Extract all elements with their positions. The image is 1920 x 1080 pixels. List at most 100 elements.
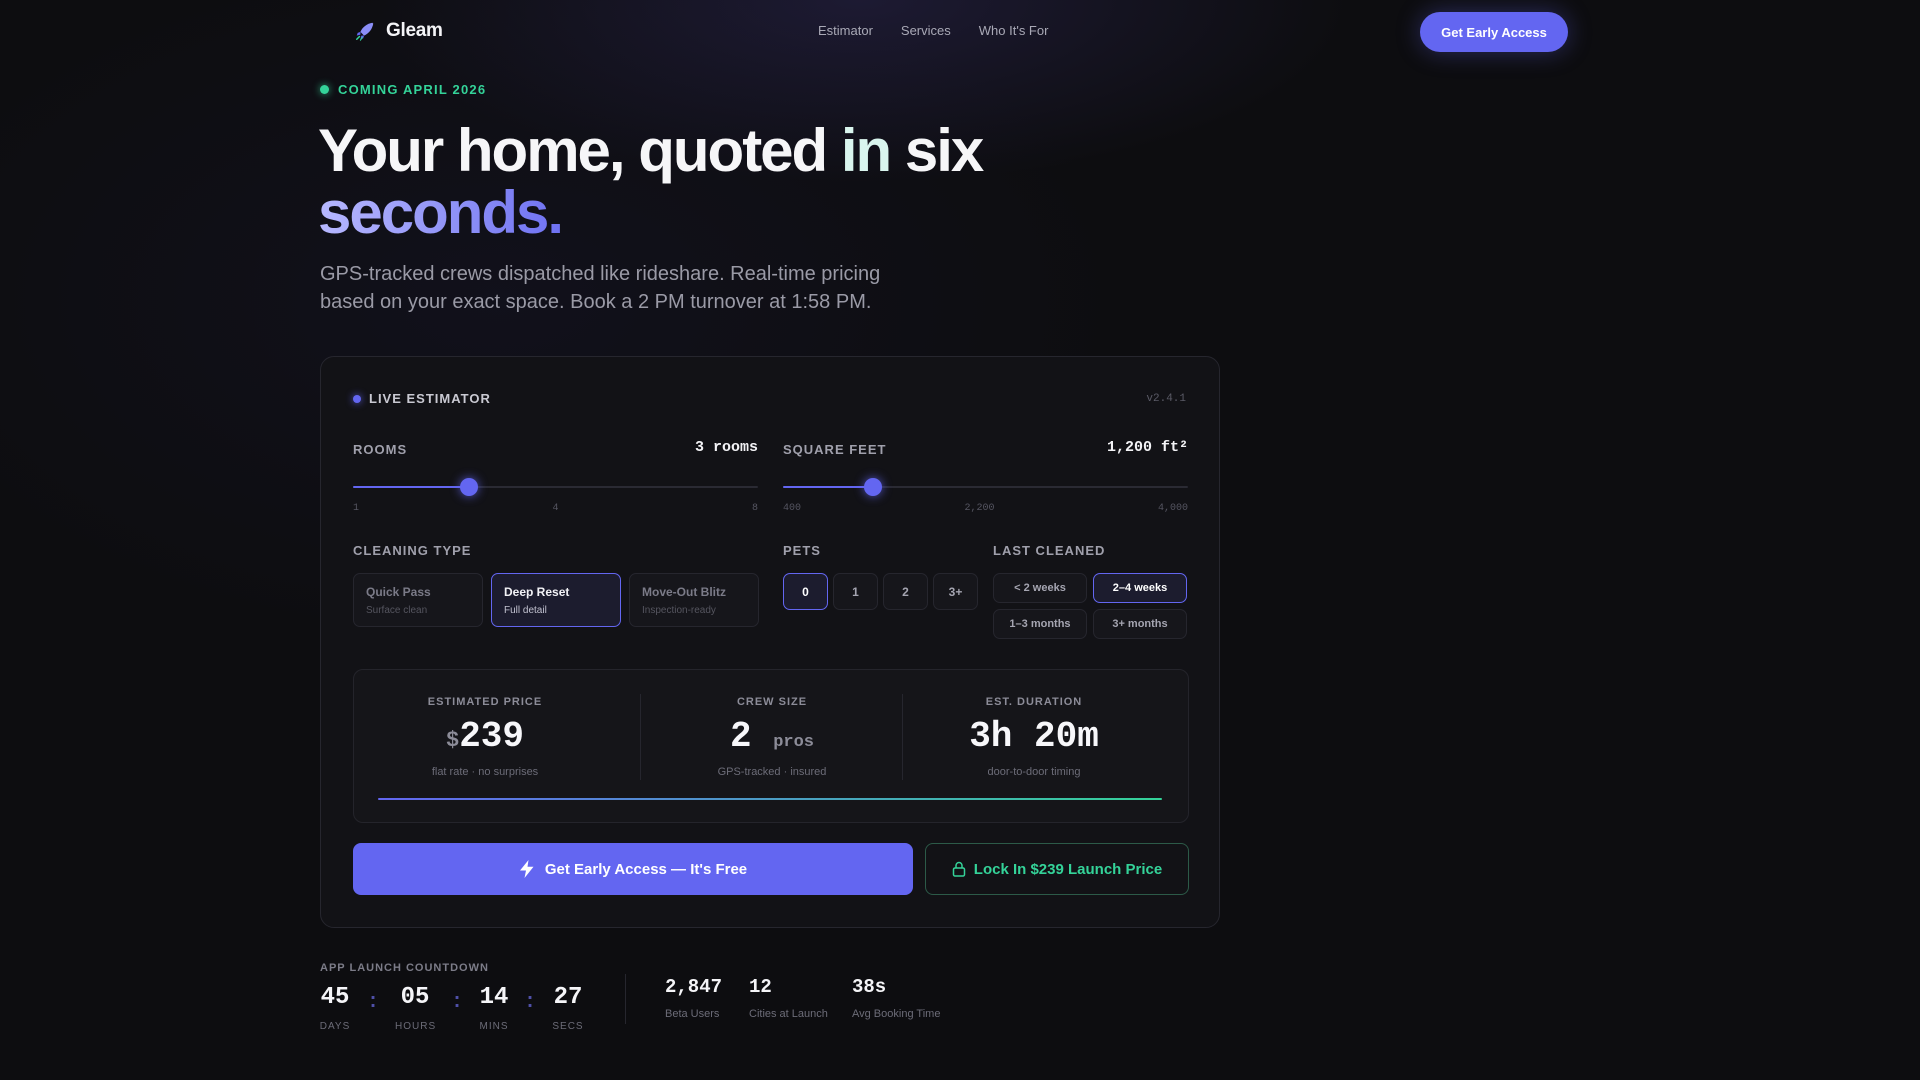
hero-title: Your home, quoted in six seconds. bbox=[318, 117, 984, 244]
duration-block: EST. DURATION 3h 20m door-to-door timing bbox=[903, 670, 1165, 794]
rooms-label: ROOMS bbox=[353, 442, 408, 457]
cleaning-type-quick-pass[interactable]: Quick Pass Surface clean bbox=[353, 573, 483, 627]
last-cleaned-label: LAST CLEANED bbox=[993, 543, 1106, 558]
get-early-access-button[interactable]: Get Early Access — It's Free bbox=[353, 843, 913, 895]
cleaning-type-move-out-blitz[interactable]: Move-Out Blitz Inspection-ready bbox=[629, 573, 759, 627]
nav-link-services[interactable]: Services bbox=[901, 23, 951, 38]
countdown-separator: : bbox=[367, 991, 380, 1014]
nav-link-who-its-for[interactable]: Who It's For bbox=[979, 23, 1049, 38]
rooms-tick: 1 bbox=[353, 503, 360, 514]
countdown-hours: 05 HOURS bbox=[395, 984, 435, 1032]
countdown-separator: : bbox=[524, 991, 537, 1014]
rooms-slider-thumb[interactable] bbox=[459, 478, 478, 496]
duration-note: door-to-door timing bbox=[987, 766, 1081, 778]
logo[interactable]: Gleam bbox=[354, 20, 443, 42]
option-title: Deep Reset bbox=[504, 584, 570, 599]
stat-cities-at-launch: 12 Cities at Launch bbox=[749, 976, 828, 1020]
countdown-caption: SECS bbox=[552, 1021, 584, 1032]
pets-option-0[interactable]: 0 bbox=[783, 573, 828, 610]
rooms-ticks: 1 4 8 bbox=[353, 503, 758, 514]
lock-in-price-label: Lock In $239 Launch Price bbox=[973, 860, 1163, 878]
stat-beta-users: 2,847 Beta Users bbox=[665, 976, 722, 1020]
countdown-value: 45 bbox=[320, 984, 350, 1011]
hero-title-part-c: six bbox=[890, 117, 984, 184]
estimator-header: LIVE ESTIMATOR bbox=[353, 391, 491, 406]
rooms-slider-fill bbox=[353, 486, 469, 488]
currency-symbol: $ bbox=[445, 728, 460, 753]
stat-caption: Avg Booking Time bbox=[852, 1008, 941, 1020]
last-cleaned-1-3-months[interactable]: 1–3 months bbox=[993, 609, 1087, 639]
launch-badge-text: COMING APRIL 2026 bbox=[338, 82, 487, 97]
crew-size-block: CREW SIZE 2 pros GPS-tracked · insured bbox=[641, 670, 903, 794]
rooms-tick: 8 bbox=[751, 503, 758, 514]
live-dot-icon bbox=[353, 394, 361, 403]
estimated-price-label: ESTIMATED PRICE bbox=[427, 696, 543, 708]
hero-subtitle: GPS-tracked crews dispatched like ridesh… bbox=[320, 263, 881, 313]
sqft-value: 1,200 ft² bbox=[1106, 439, 1188, 456]
stat-caption: Beta Users bbox=[665, 1008, 720, 1020]
crew-count: 2 bbox=[729, 716, 752, 757]
hero-title-part-b: in bbox=[840, 117, 892, 184]
countdown-value: 14 bbox=[479, 984, 509, 1011]
countdown-value: 27 bbox=[553, 984, 583, 1011]
sqft-tick: 2,200 bbox=[964, 503, 995, 514]
lock-icon bbox=[952, 861, 966, 877]
lock-in-price-button[interactable]: Lock In $239 Launch Price bbox=[925, 843, 1189, 895]
sqft-ticks: 400 2,200 4,000 bbox=[783, 503, 1188, 514]
cleaning-type-deep-reset[interactable]: Deep Reset Full detail bbox=[491, 573, 621, 627]
countdown-mins: 14 MINS bbox=[474, 984, 514, 1032]
countdown-label: APP LAUNCH COUNTDOWN bbox=[320, 962, 489, 974]
pets-label: PETS bbox=[783, 543, 821, 558]
estimate-results-panel: ESTIMATED PRICE $239 flat rate · no surp… bbox=[353, 669, 1189, 823]
option-subtitle: Full detail bbox=[504, 604, 547, 616]
estimated-price-value: $239 bbox=[354, 716, 616, 757]
estimator-version: v2.4.1 bbox=[1146, 393, 1186, 405]
nav-link-estimator[interactable]: Estimator bbox=[818, 23, 873, 38]
crew-unit: pros bbox=[773, 733, 815, 752]
rooms-tick: 4 bbox=[552, 503, 559, 514]
hero-title-part-a: Your home, quoted bbox=[318, 117, 841, 184]
option-title: Quick Pass bbox=[366, 584, 431, 599]
countdown-secs: 27 SECS bbox=[548, 984, 588, 1032]
countdown-value: 05 bbox=[400, 984, 430, 1011]
countdown-days: 45 DAYS bbox=[315, 984, 355, 1032]
rooms-slider-track[interactable] bbox=[353, 478, 758, 496]
duration-value: 3h 20m bbox=[969, 716, 1099, 757]
estimate-progress-bar bbox=[378, 798, 1162, 800]
lightning-icon bbox=[519, 860, 534, 878]
nav-links: Estimator Services Who It's For bbox=[818, 23, 1048, 38]
pets-option-1[interactable]: 1 bbox=[833, 573, 878, 610]
sqft-tick: 4,000 bbox=[1157, 503, 1188, 514]
estimated-price-note: flat rate · no surprises bbox=[431, 766, 539, 778]
status-dot-icon bbox=[320, 85, 329, 94]
price-amount: 239 bbox=[459, 716, 524, 757]
stat-value: 12 bbox=[749, 976, 772, 998]
crew-size-label: CREW SIZE bbox=[736, 696, 808, 708]
last-cleaned-2-4-weeks[interactable]: 2–4 weeks bbox=[1093, 573, 1187, 603]
nav-get-early-access-button[interactable]: Get Early Access bbox=[1420, 12, 1568, 52]
sqft-label: SQUARE FEET bbox=[783, 442, 887, 457]
pets-option-3-plus[interactable]: 3+ bbox=[933, 573, 978, 610]
sqft-tick: 400 bbox=[783, 503, 802, 514]
last-cleaned-3-plus-months[interactable]: 3+ months bbox=[1093, 609, 1187, 639]
stat-caption: Cities at Launch bbox=[749, 1008, 828, 1020]
crew-size-note: GPS-tracked · insured bbox=[717, 766, 827, 778]
option-subtitle: Surface clean bbox=[366, 604, 428, 616]
sqft-slider-fill bbox=[783, 486, 873, 488]
estimated-price-block: ESTIMATED PRICE $239 flat rate · no surp… bbox=[354, 670, 616, 794]
countdown-divider bbox=[625, 974, 626, 1024]
launch-badge: COMING APRIL 2026 bbox=[320, 82, 486, 97]
live-estimator-card: LIVE ESTIMATOR v2.4.1 ROOMS 3 rooms 1 4 … bbox=[320, 356, 1220, 928]
pets-option-2[interactable]: 2 bbox=[883, 573, 928, 610]
duration-label: EST. DURATION bbox=[985, 696, 1083, 708]
option-subtitle: Inspection-ready bbox=[642, 604, 716, 616]
countdown-caption: MINS bbox=[479, 1021, 509, 1032]
countdown-caption: DAYS bbox=[319, 1021, 351, 1032]
last-cleaned-under-2-weeks[interactable]: < 2 weeks bbox=[993, 573, 1087, 603]
rooms-value: 3 rooms bbox=[694, 439, 758, 456]
estimator-label: LIVE ESTIMATOR bbox=[369, 391, 491, 406]
sqft-slider-track[interactable] bbox=[783, 478, 1188, 496]
sqft-slider-thumb[interactable] bbox=[864, 478, 882, 496]
brand-name: Gleam bbox=[386, 20, 443, 41]
cleaning-type-label: CLEANING TYPE bbox=[353, 543, 472, 558]
